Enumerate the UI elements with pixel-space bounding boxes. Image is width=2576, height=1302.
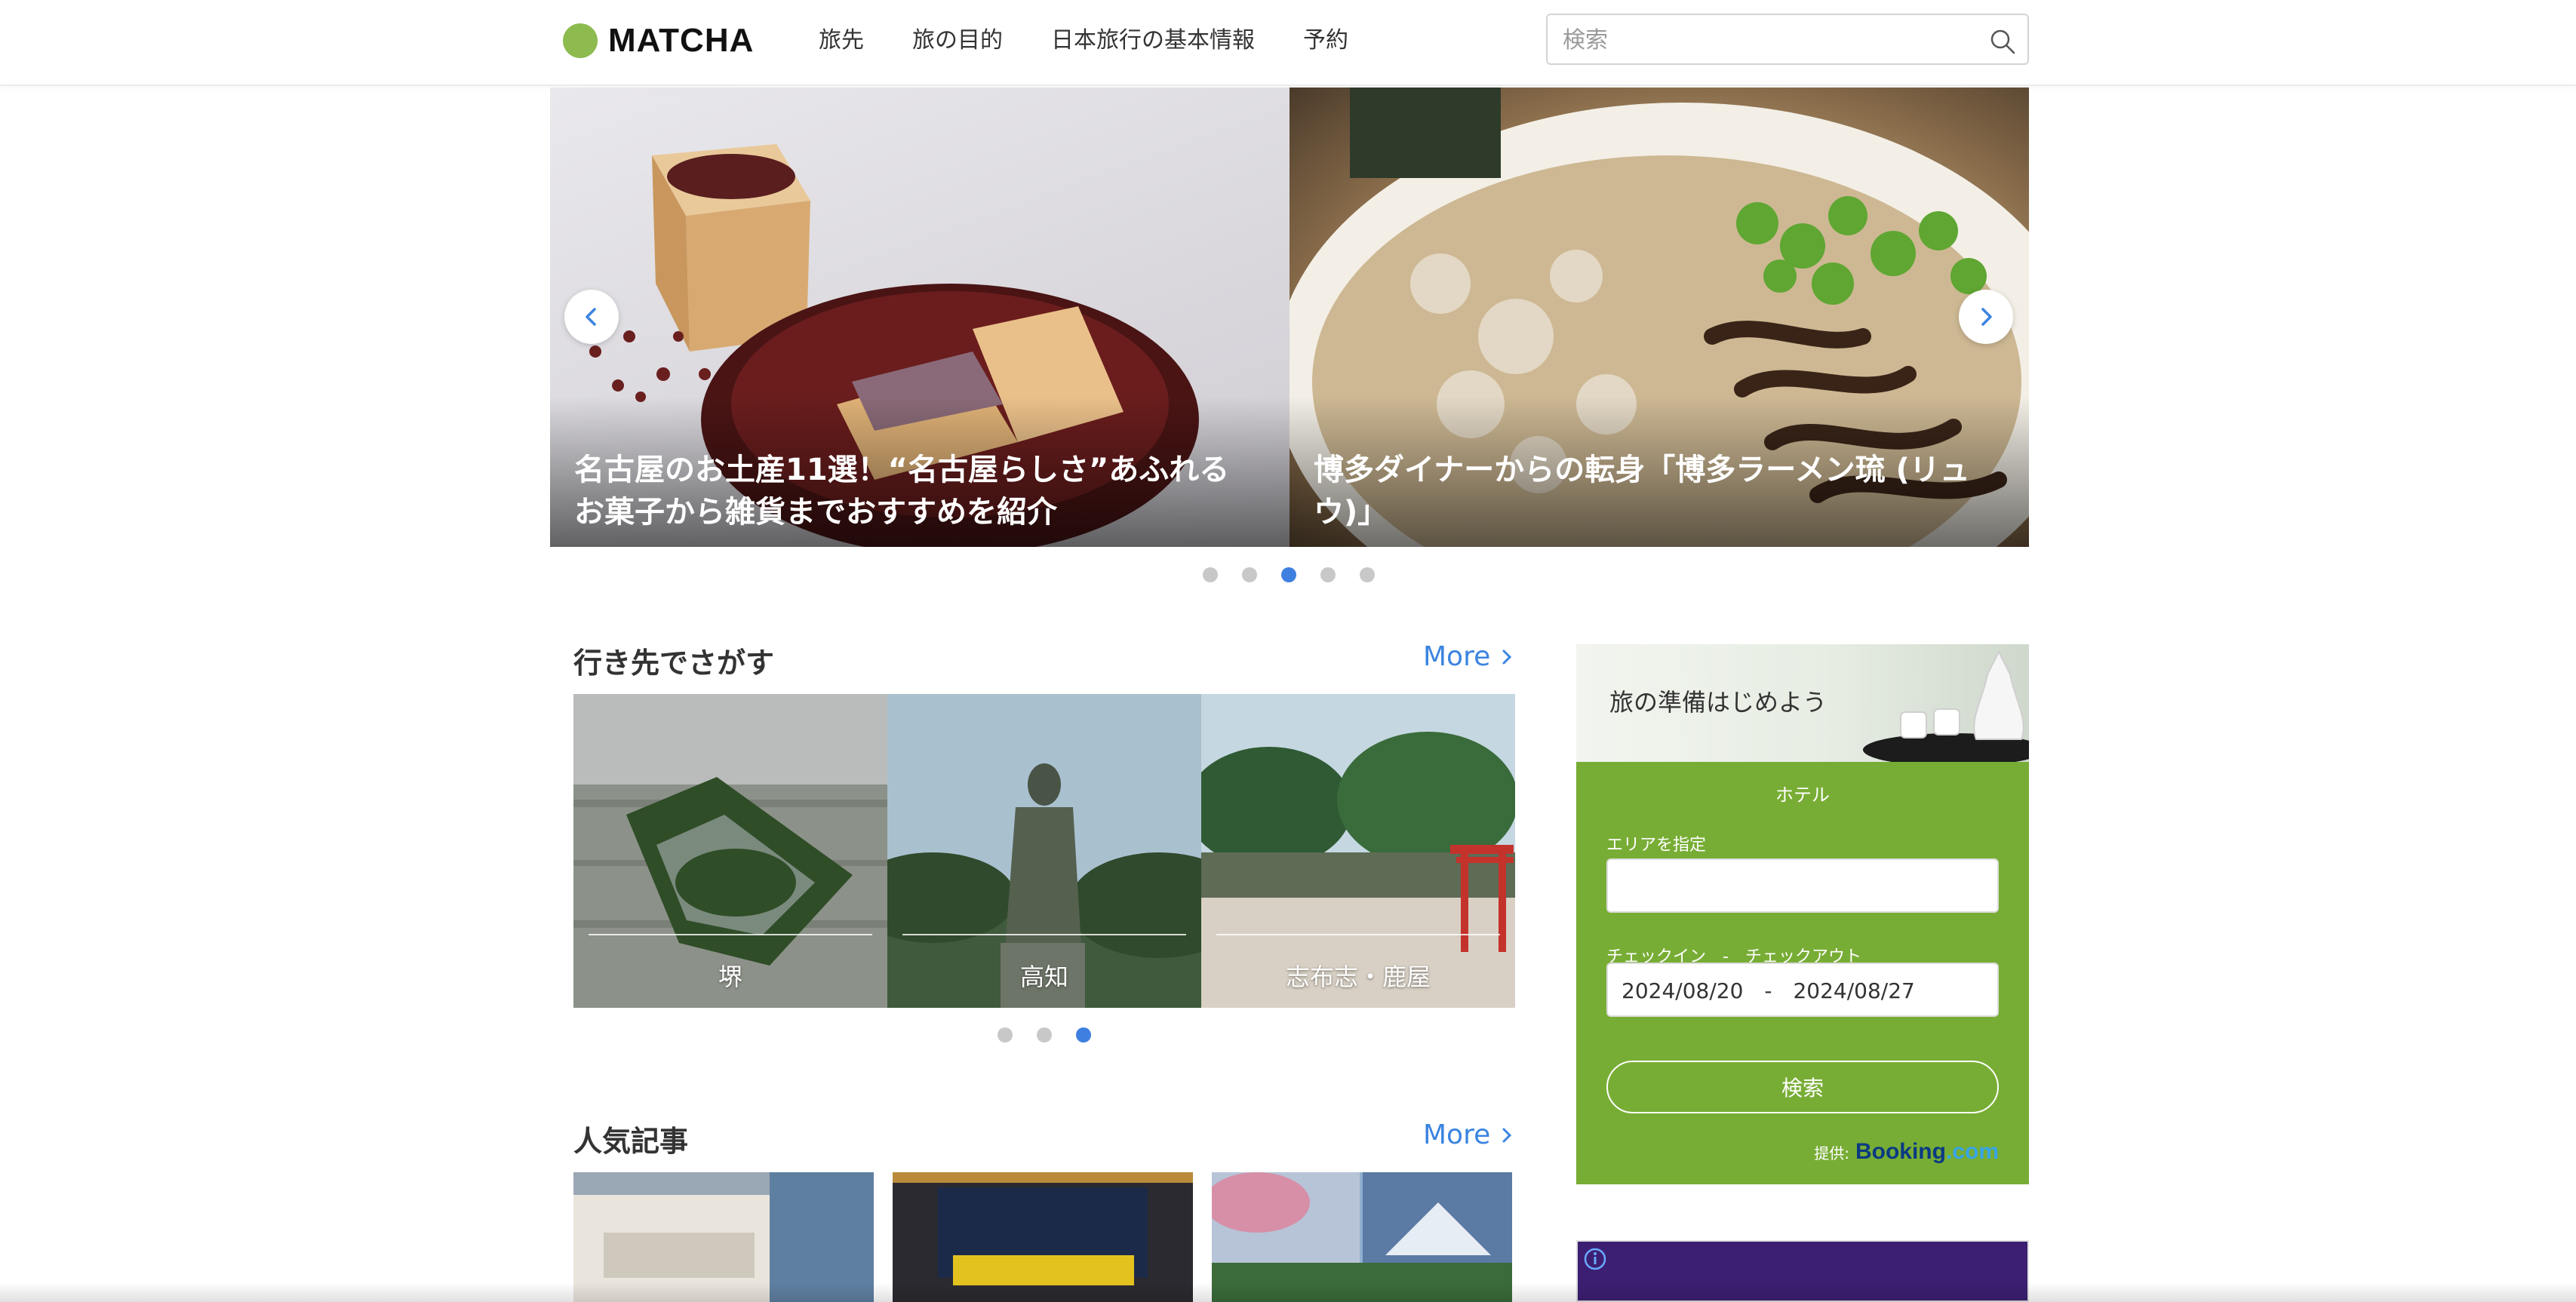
hero-slide-caption-overlay: 名古屋のお土産11選！“名古屋らしさ”あふれるお菓子から雑貨までおすすめを紹介 [550,396,1290,547]
destination-card-shibushi-kanoya[interactable]: 志布志・鹿屋 [1201,694,1515,1008]
destination-label: 堺 [718,963,742,991]
hero-slide-caption-overlay: 博多ダイナーからの転身「博多ラーメン琉 (リュウ)」 [1290,396,2029,547]
booking-banner: 旅の準備はじめよう [1576,644,2029,762]
more-label: More [1423,1119,1491,1150]
destinations-carousel: 堺 高知 志布志・鹿屋 [573,694,1515,1008]
search-input[interactable] [1563,24,1970,56]
nav-item-booking[interactable]: 予約 [1303,26,1348,56]
nav-item-destinations[interactable]: 旅先 [819,26,864,56]
booking-banner-text: 旅の準備はじめよう [1609,688,1827,717]
hero-dot-3[interactable] [1281,567,1296,582]
hero-prev-button[interactable] [564,290,619,344]
destinations-title: 行き先でさがす [573,646,775,680]
page-bottom-shadow [0,1282,2576,1302]
dates-input[interactable]: 2024/08/20 - 2024/08/27 [1606,963,1999,1017]
booking-widget: 旅の準備はじめよう ホテル エリアを指定 チェックイン - チェックアウト 20… [1576,644,2029,1184]
destination-card-kochi[interactable]: 高知 [887,694,1201,1008]
nav-item-basics[interactable]: 日本旅行の基本情報 [1051,26,1255,56]
booking-tab-hotel[interactable]: ホテル [1576,780,2029,806]
divider [902,934,1186,935]
hero-dot-4[interactable] [1320,567,1336,582]
nav-item-purpose[interactable]: 旅の目的 [912,26,1003,56]
hero-dot-1[interactable] [1203,567,1218,582]
matcha-logo[interactable]: MATCHA [563,22,755,59]
chevron-right-icon [1981,308,1992,326]
destination-label: 志布志・鹿屋 [1285,963,1431,991]
hero-slide-title[interactable]: 博多ダイナーからの転身「博多ラーメン琉 (リュウ)」 [1314,449,1993,533]
search-icon[interactable] [1988,27,2017,56]
logo-text: MATCHA [608,22,755,59]
area-input[interactable] [1606,858,1999,913]
chevron-right-icon [1502,649,1512,664]
destinations-more-link[interactable]: More [1423,641,1513,672]
destination-card-sakai[interactable]: 堺 [573,694,887,1008]
booking-credit: 提供: Booking.com [1814,1139,1999,1165]
destination-label: 高知 [1019,963,1068,991]
logo-dot-icon [563,23,598,58]
popular-more-link[interactable]: More [1423,1119,1513,1150]
popular-articles-title: 人気記事 [573,1125,689,1158]
hero-carousel: 名古屋のお土産11選！“名古屋らしさ”あふれるお菓子から雑貨までおすすめを紹介 [550,88,2029,547]
destinations-dot-1[interactable] [998,1027,1013,1043]
destinations-pagination [998,1027,1115,1043]
destinations-dot-2[interactable] [1037,1027,1052,1043]
destinations-dot-3[interactable] [1076,1027,1091,1043]
area-label: エリアを指定 [1606,836,1707,855]
hero-dot-5[interactable] [1360,567,1375,582]
credit-prefix: 提供: [1814,1144,1849,1162]
booking-logo-text: Booking [1855,1139,1946,1164]
main-nav: 旅先 旅の目的 日本旅行の基本情報 予約 [819,26,1397,56]
booking-form: ホテル エリアを指定 チェックイン - チェックアウト 2024/08/20 -… [1576,762,2029,1184]
hero-next-button[interactable] [1959,290,2013,344]
chevron-right-icon [1502,1128,1512,1142]
booking-logo-suffix: .com [1945,1139,1999,1164]
divider [589,934,872,935]
hero-dot-2[interactable] [1242,567,1257,582]
booking-com-logo[interactable]: Booking.com [1855,1139,1999,1165]
hero-slide-hakata-ramen[interactable]: 博多ダイナーからの転身「博多ラーメン琉 (リュウ)」 [1290,88,2029,547]
more-label: More [1423,641,1491,672]
site-header: MATCHA 旅先 旅の目的 日本旅行の基本情報 予約 [0,0,2576,86]
hero-slide-title[interactable]: 名古屋のお土産11選！“名古屋らしさ”あふれるお菓子から雑貨までおすすめを紹介 [574,449,1253,533]
hero-pagination [1203,567,1399,582]
info-icon[interactable] [1582,1246,1608,1272]
booking-search-button[interactable]: 検索 [1606,1061,1999,1113]
hero-slide-nagoya[interactable]: 名古屋のお土産11選！“名古屋らしさ”あふれるお菓子から雑貨までおすすめを紹介 [550,88,1290,547]
search-box [1546,14,2029,65]
chevron-left-icon [586,308,596,326]
divider [1216,934,1500,935]
